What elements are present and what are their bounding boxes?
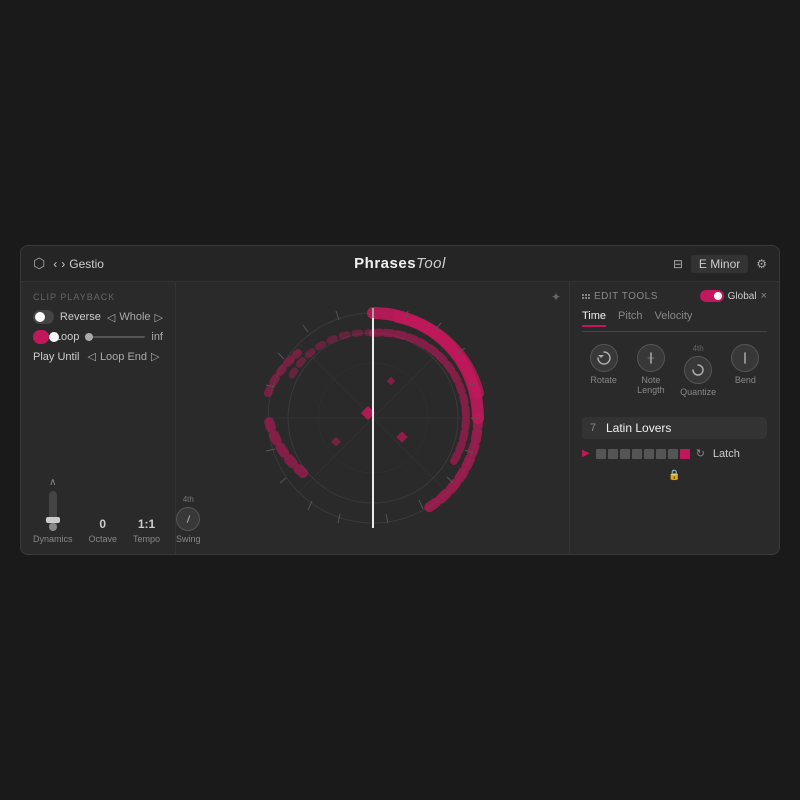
reverse-toggle[interactable]	[33, 310, 54, 324]
tab-time[interactable]: Time	[582, 310, 606, 327]
step-6[interactable]	[656, 449, 666, 459]
plugin-window: ⬡ ‹ › Gestio PhrasesTool ⊟ E Minor ⚙ CLI…	[20, 245, 780, 555]
app-title: PhrasesTool	[354, 255, 446, 272]
header-right: ⊟ E Minor ⚙	[673, 255, 767, 273]
main-content: CLIP PLAYBACK Reverse ◁ Whole ▷ Loop inf	[21, 282, 779, 554]
grid-icon	[582, 294, 590, 299]
tools-grid: Rotate Note Length 4th	[582, 344, 767, 397]
slider-thumb	[85, 333, 93, 341]
header: ⬡ ‹ › Gestio PhrasesTool ⊟ E Minor ⚙	[21, 246, 779, 282]
quantize-sublabel: 4th	[693, 344, 704, 353]
loop-toggle[interactable]	[33, 330, 49, 344]
title-phrases: Phrases	[354, 255, 416, 272]
rotate-tool: Rotate	[582, 344, 625, 397]
edit-tools-header: EDIT TOOLS Global ×	[582, 290, 767, 302]
project-name: Gestio	[69, 257, 104, 271]
loop-slider[interactable]	[85, 336, 145, 338]
tempo-container: 1:1 Tempo	[133, 517, 160, 544]
dynamics-up-arrow: ∧	[49, 477, 56, 488]
inf-label: inf	[151, 331, 163, 343]
clip-playback-label: CLIP PLAYBACK	[33, 292, 163, 302]
note-length-knob[interactable]	[637, 344, 665, 372]
edit-tools-close[interactable]: ×	[761, 290, 767, 302]
reverse-label: Reverse	[60, 311, 101, 323]
key-badge[interactable]: E Minor	[691, 255, 748, 273]
reverse-row: Reverse ◁ Whole ▷	[33, 310, 163, 324]
play-until-row: Play Until ◁ Loop End ▷	[33, 350, 163, 363]
loop-end-label: Loop End	[100, 351, 147, 363]
tab-pitch[interactable]: Pitch	[618, 310, 642, 327]
tempo-label: Tempo	[133, 534, 160, 544]
loop-icon[interactable]: ↻	[696, 447, 705, 460]
quantize-knob[interactable]	[684, 356, 712, 384]
header-nav: ‹ › Gestio	[53, 257, 104, 271]
inf-slider-row: inf	[85, 331, 163, 343]
edit-tools-label: EDIT TOOLS	[582, 291, 658, 302]
bend-label: Bend	[735, 375, 756, 385]
step-3[interactable]	[620, 449, 630, 459]
octave-label: Octave	[89, 534, 118, 544]
global-label: Global	[728, 291, 757, 302]
note-length-tool: Note Length	[629, 344, 672, 397]
dynamics-fill	[49, 523, 57, 531]
global-toggle[interactable]	[700, 290, 724, 302]
rotate-label: Rotate	[590, 375, 617, 385]
play-until-label: Play Until	[33, 351, 79, 363]
tab-velocity[interactable]: Velocity	[655, 310, 693, 327]
save-icon[interactable]: ⊟	[673, 257, 683, 271]
right-panel: EDIT TOOLS Global × Time Pitch Velocity	[569, 282, 779, 554]
bend-knob[interactable]	[731, 344, 759, 372]
loop-row: Loop inf	[33, 330, 163, 344]
global-toggle-row: Global ×	[700, 290, 767, 302]
nav-back-button[interactable]: ‹	[53, 257, 57, 271]
tempo-value: 1:1	[138, 517, 155, 531]
plugin-icon: ⬡	[33, 255, 45, 272]
step-buttons	[596, 449, 690, 459]
rotate-knob[interactable]	[590, 344, 618, 372]
note-length-label: Note Length	[629, 375, 672, 395]
dynamics-fader[interactable]	[49, 491, 57, 531]
dynamics-label: Dynamics	[33, 534, 73, 544]
whole-label: Whole	[119, 311, 150, 323]
playback-row: ▶ ↻ Latch	[582, 447, 767, 460]
preset-row[interactable]: 7 Latin Lovers	[582, 417, 767, 439]
loop-end-control[interactable]: ◁ Loop End ▷	[87, 350, 159, 363]
dynamics-thumb	[46, 517, 60, 523]
step-7[interactable]	[668, 449, 678, 459]
left-panel: CLIP PLAYBACK Reverse ◁ Whole ▷ Loop inf	[21, 282, 176, 554]
step-8[interactable]	[680, 449, 690, 459]
octave-container: 0 Octave	[89, 517, 118, 544]
bottom-controls: ∧ Dynamics 0 Octave 1:1 Tempo 4th	[33, 469, 163, 544]
dynamics-container: ∧ Dynamics	[33, 477, 73, 544]
step-2[interactable]	[608, 449, 618, 459]
edit-tools-text: EDIT TOOLS	[594, 291, 658, 302]
lock-icon[interactable]: 🔒	[668, 470, 680, 481]
whole-control[interactable]: ◁ Whole ▷	[107, 311, 163, 324]
step-5[interactable]	[644, 449, 654, 459]
preset-name: Latin Lovers	[606, 421, 759, 435]
settings-icon[interactable]: ⚙	[756, 257, 767, 271]
step-1[interactable]	[596, 449, 606, 459]
play-button[interactable]: ▶	[582, 448, 590, 459]
bend-tool: Bend	[724, 344, 767, 397]
quantize-tool: 4th Quantize	[677, 344, 720, 397]
step-4[interactable]	[632, 449, 642, 459]
title-tool: Tool	[416, 255, 446, 272]
wheel-settings-icon[interactable]: ✦	[551, 290, 561, 304]
phrase-wheel[interactable]	[258, 303, 488, 533]
latch-label: Latch	[713, 448, 740, 460]
preset-number: 7	[590, 422, 600, 434]
header-left: ⬡ ‹ › Gestio	[33, 255, 104, 272]
tabs-row: Time Pitch Velocity	[582, 310, 767, 332]
octave-value: 0	[99, 517, 106, 531]
wheel-area: ✦	[176, 282, 569, 554]
nav-forward-button[interactable]: ›	[61, 257, 65, 271]
quantize-label: Quantize	[680, 387, 716, 397]
